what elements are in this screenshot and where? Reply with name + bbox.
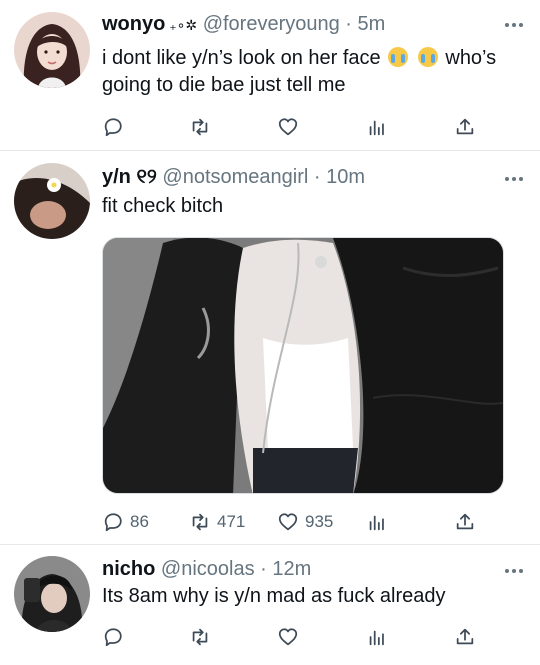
username[interactable]: @notsomeangirl [162, 166, 308, 188]
more-icon[interactable] [502, 561, 526, 581]
tweet-actions: 86 471 935 [102, 510, 482, 534]
like-button[interactable] [277, 115, 299, 139]
share-icon [456, 513, 474, 530]
display-name[interactable]: nicho [102, 558, 155, 580]
timestamp[interactable]: 5m [358, 13, 386, 35]
tweet-actions [102, 625, 482, 649]
reply-icon [104, 118, 122, 137]
retweet-icon [192, 118, 208, 136]
tweet-text-part: who’s [439, 47, 497, 69]
like-icon [278, 628, 298, 646]
share-icon [456, 628, 474, 645]
like-icon [278, 118, 298, 136]
retweet-button[interactable] [189, 115, 211, 139]
loudly-crying-face-icon [388, 47, 409, 67]
tweet-text: fit check bitch [102, 195, 224, 217]
like-icon [278, 513, 298, 531]
analytics-button[interactable] [366, 510, 388, 534]
share-button[interactable] [454, 510, 476, 534]
analytics-icon [369, 630, 384, 646]
more-icon[interactable] [502, 15, 526, 35]
tweet-media-photo[interactable] [102, 237, 504, 494]
name-decoration: ୧୨ [130, 166, 157, 188]
tweet-text: Its 8am why is y/n mad as fuck already [102, 585, 446, 607]
retweet-button[interactable]: 471 [189, 510, 245, 534]
retweet-button[interactable] [189, 625, 211, 649]
reply-count: 86 [130, 512, 149, 531]
retweet-icon [192, 513, 208, 531]
timestamp[interactable]: 12m [272, 558, 311, 580]
reply-button[interactable]: 86 [102, 510, 149, 534]
more-icon[interactable] [502, 169, 526, 189]
reply-icon [104, 513, 122, 532]
analytics-button[interactable] [366, 625, 388, 649]
like-button[interactable]: 935 [277, 510, 333, 534]
avatar[interactable] [14, 556, 90, 632]
tweet-nicho[interactable]: nicho @nicoolas · 12m Its 8am why is y/n… [0, 545, 540, 665]
retweet-count: 471 [217, 512, 246, 531]
tweet-header: wonyo ₊∘✲ @foreveryoung · 5m [102, 11, 500, 38]
avatar[interactable] [14, 12, 90, 88]
display-name[interactable]: y/n [102, 166, 131, 188]
tweet-header: y/n ୧୨ @notsomeangirl · 10m [102, 164, 500, 190]
name-decoration: ₊∘✲ [165, 17, 198, 33]
separator: · [339, 13, 358, 35]
separator: · [254, 558, 273, 580]
share-button[interactable] [454, 115, 476, 139]
username[interactable]: @nicoolas [161, 558, 255, 580]
tweet-text-line: going to die bae just tell me [102, 74, 346, 96]
tweet-wonyo[interactable]: wonyo ₊∘✲ @foreveryoung · 5m i dont like… [0, 0, 540, 150]
retweet-icon [192, 628, 208, 646]
tweet-text: i dont like y/n’s look on her face who’s… [102, 45, 524, 99]
tweet-text-part: i dont like y/n’s look on her face [102, 47, 387, 69]
like-button[interactable] [277, 625, 299, 649]
share-button[interactable] [454, 625, 476, 649]
tweet-header: nicho @nicoolas · 12m [102, 556, 500, 582]
loudly-crying-face-icon [417, 47, 438, 67]
analytics-button[interactable] [366, 115, 388, 139]
analytics-icon [369, 120, 384, 136]
reply-button[interactable] [102, 115, 124, 139]
separator: · [308, 166, 327, 188]
like-count: 935 [305, 512, 334, 531]
timestamp[interactable]: 10m [326, 166, 365, 188]
reply-icon [104, 628, 122, 647]
display-name[interactable]: wonyo [102, 13, 165, 35]
tweet-actions [102, 115, 482, 139]
analytics-icon [369, 515, 384, 531]
reply-button[interactable] [102, 625, 124, 649]
username[interactable]: @foreveryoung [203, 13, 340, 35]
share-icon [456, 118, 474, 135]
avatar[interactable] [14, 163, 90, 239]
